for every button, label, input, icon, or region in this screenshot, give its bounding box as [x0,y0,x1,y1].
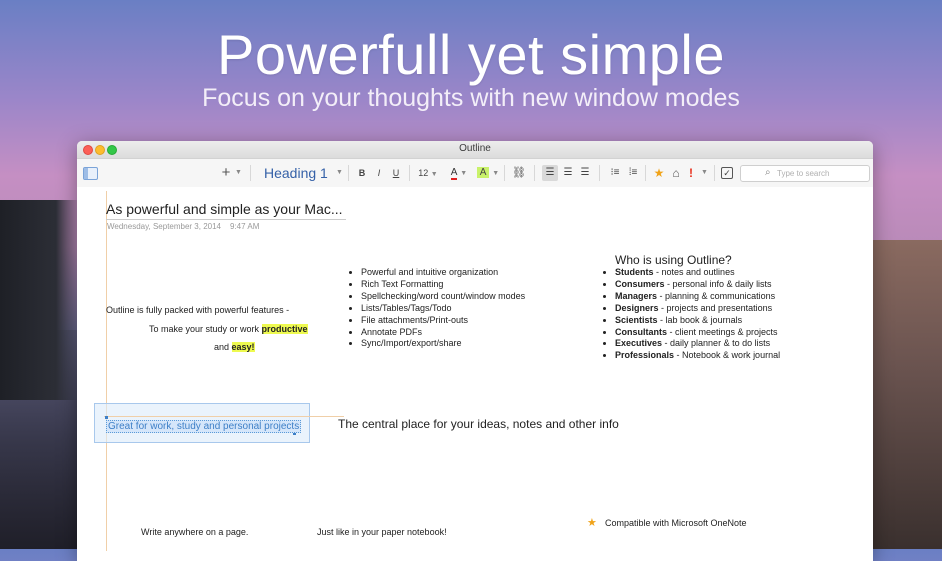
list-item: Consultants - client meetings & projects [615,327,780,339]
note-line: To make your study or work productive [149,324,308,334]
search-field[interactable]: ⌕ [740,165,870,182]
note-drag-guide [104,416,344,417]
page-time: 9:47 AM [230,222,260,231]
toolbar-divider [534,165,535,181]
toolbar-divider [348,165,349,181]
align-center-icon[interactable]: ☰ [560,165,576,181]
font-color-button[interactable]: A ▼ [449,165,469,181]
list-item: Lists/Tables/Tags/Todo [361,303,525,315]
highlighted-text: easy! [231,342,255,352]
toolbar-divider [504,165,505,181]
page-title[interactable]: As powerful and simple as your Mac... [106,201,343,217]
list-item: Students - notes and outlines [615,267,780,279]
search-icon: ⌕ [765,167,771,178]
list-item: Sync/Import/export/share [361,338,525,350]
link-icon[interactable]: ⛓ [511,165,527,181]
background-rocks [872,240,942,549]
hero-subtitle: Focus on your thoughts with new window m… [202,84,740,112]
central-note[interactable]: The central place for your ideas, notes … [338,417,619,431]
star-icon[interactable]: ★ [652,165,666,181]
home-icon[interactable]: ⌂ [669,165,683,181]
toolbar-divider [250,165,251,181]
font-color-icon: A [450,167,458,180]
bullet-list-icon[interactable]: ⁝≡ [607,165,623,181]
star-icon: ★ [587,517,597,529]
highlighted-text: productive [261,324,308,334]
note-page[interactable]: As powerful and simple as your Mac... We… [77,187,873,561]
list-item: Annotate PDFs [361,327,525,339]
font-size-value: 12 [418,168,429,178]
list-item: Spellchecking/word count/window modes [361,291,525,303]
search-input[interactable] [777,167,863,179]
features-list[interactable]: Powerful and intuitive organization Rich… [347,267,525,350]
list-item: Managers - planning & communications [615,291,780,303]
bold-button[interactable]: B [356,165,368,181]
align-left-icon[interactable]: ☰ [542,165,558,181]
title-bar: Outline [77,141,873,159]
add-icon: + [221,164,231,181]
app-window: Outline + ▼ Heading 1 ▼ B I U 12 ▼ A ▼ A… [77,141,873,561]
add-button[interactable]: + [219,165,233,181]
important-icon[interactable]: ! [686,165,696,181]
italic-button[interactable]: I [373,165,385,181]
note-paper-notebook[interactable]: Just like in your paper notebook! [317,527,447,537]
style-chevron-down-icon[interactable]: ▼ [336,165,343,181]
window-title: Outline [459,143,491,154]
add-menu-chevron-icon[interactable]: ▼ [235,165,242,181]
list-item: Rich Text Formatting [361,279,525,291]
list-item: Powerful and intuitive organization [361,267,525,279]
who-list[interactable]: Students - notes and outlines Consumers … [602,267,780,362]
list-item: Professionals - Notebook & work journal [615,350,780,362]
numbered-list-icon[interactable]: ⁞≡ [625,165,641,181]
toolbar-divider [409,165,410,181]
note-onenote[interactable]: Compatible with Microsoft OneNote [605,518,747,528]
toolbar-divider [599,165,600,181]
background-trees [0,200,80,400]
hero-title: Powerfull yet simple [217,23,725,86]
underline-button[interactable]: U [390,165,402,181]
note-line: and easy! [214,342,255,352]
paragraph-style-value: Heading 1 [264,165,328,181]
list-item: Executives - daily planner & to do lists [615,338,780,350]
selected-note-text[interactable]: Great for work, study and personal proje… [106,420,302,433]
who-heading: Who is using Outline? [615,253,732,267]
tags-chevron-down-icon[interactable]: ▼ [701,165,708,181]
sidebar-toggle-icon[interactable] [83,167,98,180]
toolbar: + ▼ Heading 1 ▼ B I U 12 ▼ A ▼ A ▼ ⛓ ☰ ☰… [77,159,873,188]
note-line: Outline is fully packed with powerful fe… [106,305,290,315]
page-date: Wednesday, September 3, 2014 [107,222,221,231]
list-item: Scientists - lab book & journals [615,315,780,327]
font-size-select[interactable]: 12 ▼ [416,165,440,181]
margin-guide [106,191,107,551]
list-item: Consumers - personal info & daily lists [615,279,780,291]
checkbox-icon[interactable]: ✓ [721,167,733,179]
toolbar-divider [645,165,646,181]
highlight-button[interactable]: A ▼ [476,165,500,181]
title-divider [106,219,346,220]
list-item: File attachments/Print-outs [361,315,525,327]
toolbar-divider [714,165,715,181]
align-right-icon[interactable]: ☰ [577,165,593,181]
highlight-icon: A [476,167,490,178]
note-write-anywhere[interactable]: Write anywhere on a page. [141,527,248,537]
resize-handle[interactable] [105,416,108,419]
list-item: Designers - projects and presentations [615,303,780,315]
paragraph-style-select[interactable]: Heading 1 [264,165,344,181]
